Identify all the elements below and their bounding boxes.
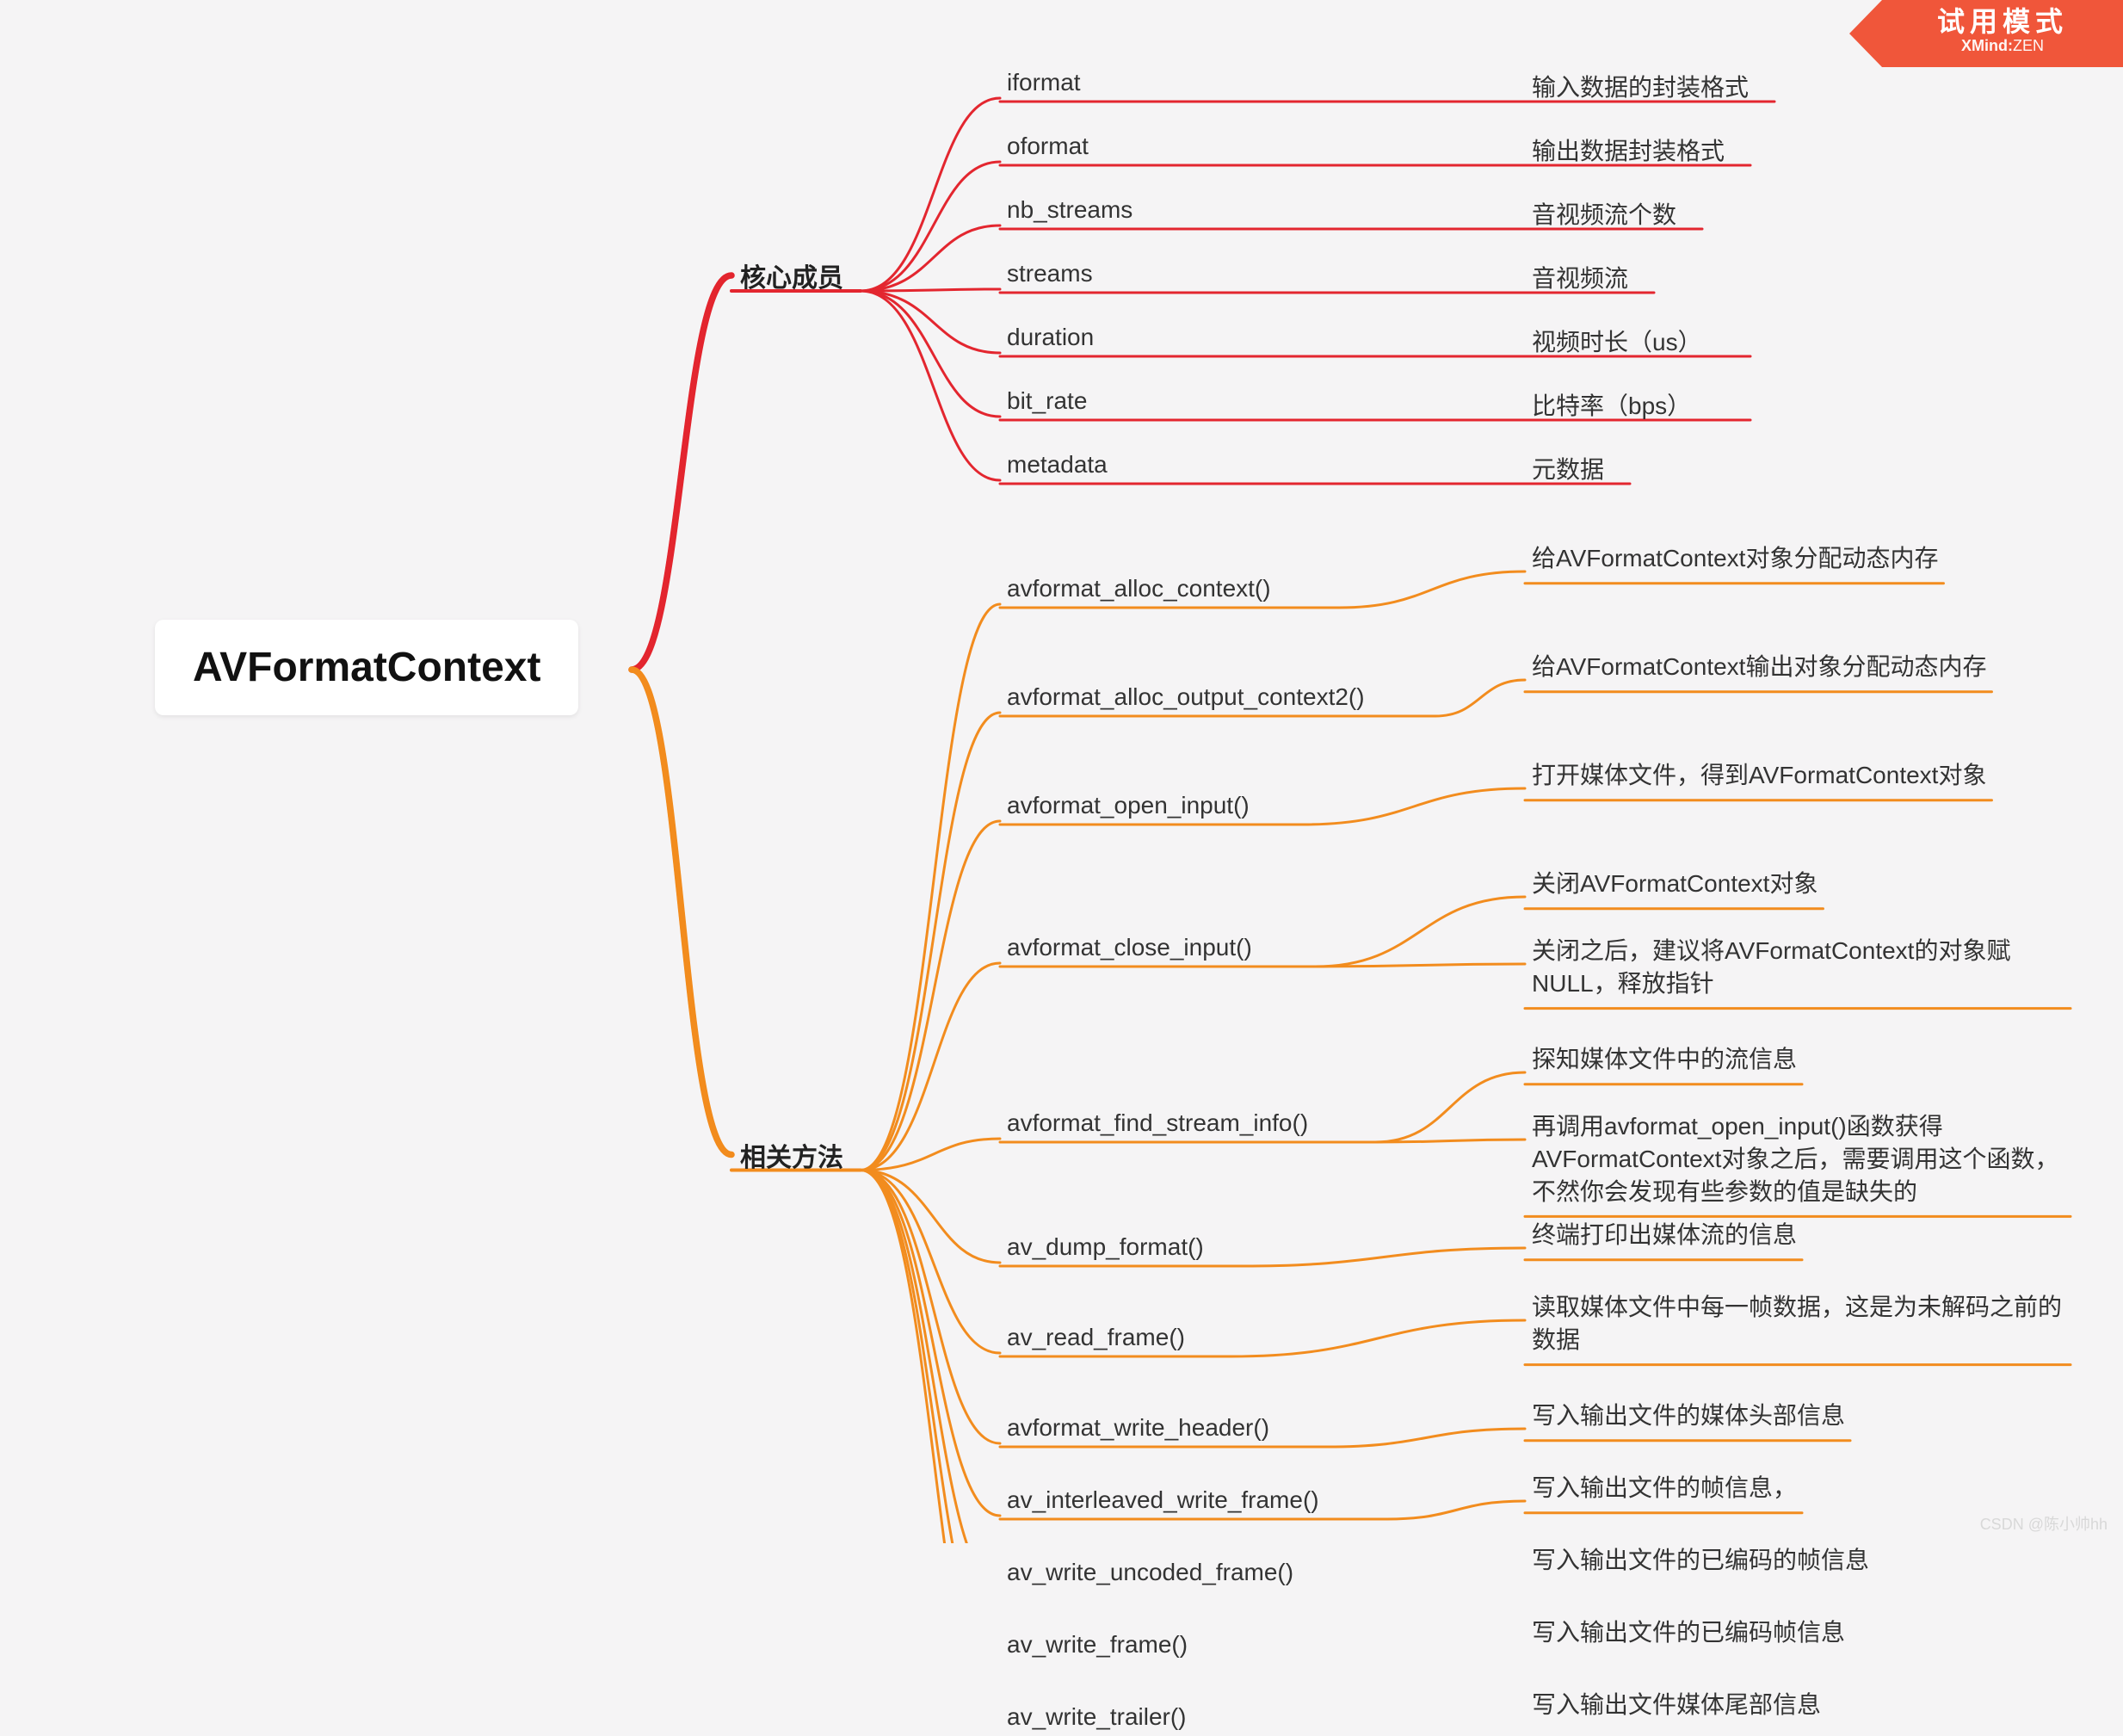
- core-member-streams[interactable]: streams: [1007, 260, 1093, 293]
- core-member-bit_rate[interactable]: bit_rate: [1007, 387, 1087, 420]
- method-9[interactable]: av_write_uncoded_frame(): [1007, 1559, 1293, 1591]
- method-8-desc-0: 写入输出文件的帧信息，: [1532, 1472, 1797, 1510]
- method-3-desc-0: 关闭AVFormatContext对象: [1532, 868, 1818, 905]
- method-3-desc-1: 关闭之后，建议将AVFormatContext的对象赋NULL，释放指针: [1532, 935, 2065, 1005]
- core-member-nb_streams-desc: 音视频流个数: [1532, 196, 1676, 236]
- core-member-bit_rate-desc: 比特率（bps）: [1532, 387, 1691, 427]
- root-title: AVFormatContext: [193, 645, 540, 690]
- watermark: CSDN @陈小帅hh: [1980, 1512, 2108, 1535]
- method-4-desc-1: 再调用avformat_open_input()函数获得AVFormatCont…: [1532, 1110, 2065, 1213]
- method-10-desc-0: 写入输出文件的已编码帧信息: [1532, 1616, 1845, 1654]
- method-4-desc-0: 探知媒体文件中的流信息: [1532, 1043, 1797, 1081]
- method-2-desc-0: 打开媒体文件，得到AVFormatContext对象: [1532, 759, 1986, 797]
- method-6-desc-0: 读取媒体文件中每一帧数据，这是为未解码之前的数据: [1532, 1291, 2065, 1362]
- method-1-desc-0: 给AVFormatContext输出对象分配动态内存: [1532, 651, 1986, 689]
- core-member-iformat-desc: 输入数据的封装格式: [1532, 69, 1749, 108]
- group-methods[interactable]: 相关方法: [740, 1136, 843, 1174]
- core-member-oformat-desc: 输出数据封装格式: [1532, 133, 1725, 172]
- method-9-desc-0: 写入输出文件的已编码的帧信息: [1532, 1544, 1869, 1582]
- method-3[interactable]: avformat_close_input(): [1007, 934, 1252, 967]
- method-0[interactable]: avformat_alloc_context(): [1007, 575, 1271, 608]
- method-4[interactable]: avformat_find_stream_info(): [1007, 1109, 1308, 1142]
- method-11[interactable]: av_write_trailer(): [1007, 1703, 1187, 1736]
- method-1[interactable]: avformat_alloc_output_context2(): [1007, 683, 1365, 716]
- method-2[interactable]: avformat_open_input(): [1007, 792, 1250, 825]
- method-0-desc-0: 给AVFormatContext对象分配动态内存: [1532, 542, 1938, 580]
- trial-badge-title: 试用模式: [1882, 7, 2123, 37]
- method-7[interactable]: avformat_write_header(): [1007, 1414, 1269, 1447]
- core-member-oformat[interactable]: oformat: [1007, 133, 1089, 165]
- core-member-streams-desc: 音视频流: [1532, 260, 1628, 300]
- core-member-metadata[interactable]: metadata: [1007, 451, 1108, 484]
- core-member-duration-desc: 视频时长（us）: [1532, 324, 1702, 363]
- method-5[interactable]: av_dump_format(): [1007, 1233, 1204, 1266]
- root-node[interactable]: AVFormatContext: [155, 620, 578, 715]
- trial-badge-subtitle: XMind:ZEN: [1882, 37, 2123, 56]
- core-member-metadata-desc: 元数据: [1532, 451, 1604, 491]
- method-11-desc-0: 写入输出文件媒体尾部信息: [1532, 1689, 1821, 1727]
- method-5-desc-0: 终端打印出媒体流的信息: [1532, 1219, 1797, 1257]
- group-core[interactable]: 核心成员: [740, 256, 843, 294]
- trial-badge: 试用模式 XMind:ZEN: [1882, 0, 2123, 67]
- method-8[interactable]: av_interleaved_write_frame(): [1007, 1486, 1319, 1519]
- core-member-nb_streams[interactable]: nb_streams: [1007, 196, 1132, 229]
- method-7-desc-0: 写入输出文件的媒体头部信息: [1532, 1399, 1845, 1437]
- method-6[interactable]: av_read_frame(): [1007, 1324, 1185, 1356]
- core-member-iformat[interactable]: iformat: [1007, 69, 1081, 102]
- method-10[interactable]: av_write_frame(): [1007, 1631, 1188, 1664]
- core-member-duration[interactable]: duration: [1007, 324, 1094, 356]
